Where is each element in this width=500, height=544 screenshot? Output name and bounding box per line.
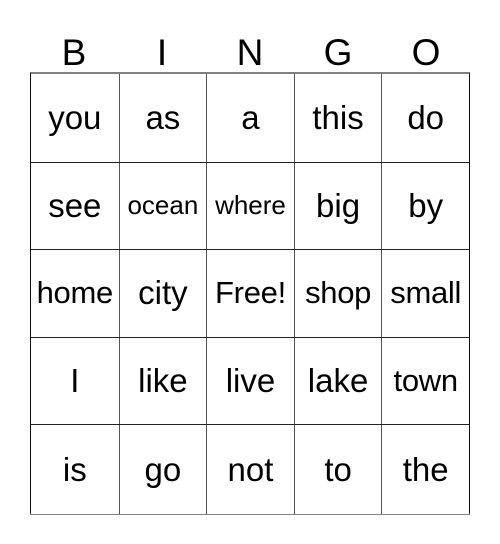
bingo-cell-g2[interactable]: big (293, 162, 382, 250)
bingo-cell-label: shop (305, 275, 372, 311)
bingo-cell-o1[interactable]: do (381, 74, 469, 162)
bingo-header-letter-o: O (411, 32, 441, 73)
bingo-grid: you as a this do see ocean where big by … (30, 72, 470, 515)
bingo-row-4: I like live lake town (31, 336, 469, 425)
bingo-cell-free-space[interactable]: Free! (206, 250, 294, 337)
bingo-cell-label: this (312, 98, 364, 136)
bingo-cell-label: the (402, 450, 449, 488)
bingo-cell-label: as (145, 98, 181, 136)
bingo-cell-label: town (393, 363, 459, 399)
bingo-cell-label: city (138, 274, 188, 312)
bingo-cell-o5[interactable]: the (381, 425, 469, 515)
bingo-cell-i2[interactable]: ocean (118, 162, 207, 250)
bingo-cell-i4[interactable]: like (118, 337, 207, 425)
bingo-cell-label: small (390, 275, 462, 311)
bingo-cell-n1[interactable]: a (206, 74, 294, 162)
bingo-cell-label: big (316, 186, 361, 224)
bingo-cell-label: like (138, 362, 188, 400)
bingo-card: B I N G O you as a this do see ocean whe… (0, 0, 500, 544)
bingo-row-1: you as a this do (31, 74, 469, 162)
bingo-cell-i5[interactable]: go (118, 425, 207, 515)
bingo-cell-b2[interactable]: see (31, 162, 119, 250)
bingo-header-letter-i: I (156, 32, 168, 73)
bingo-cell-g1[interactable]: this (293, 74, 382, 162)
bingo-cell-b5[interactable]: is (31, 425, 119, 515)
bingo-cell-g3[interactable]: shop (293, 250, 382, 337)
bingo-row-2: see ocean where big by (31, 161, 469, 250)
bingo-cell-n5[interactable]: not (206, 425, 294, 515)
bingo-cell-label: a (241, 98, 260, 136)
bingo-cell-label: go (144, 450, 182, 488)
bingo-cell-b1[interactable]: you (31, 74, 119, 162)
bingo-cell-label: I (70, 362, 80, 400)
bingo-cell-g5[interactable]: to (293, 425, 382, 515)
bingo-cell-label: by (408, 186, 444, 224)
bingo-header-letter-b: B (61, 32, 87, 73)
bingo-cell-n2[interactable]: where (206, 162, 294, 250)
bingo-cell-label: do (407, 98, 445, 136)
bingo-row-5: is go not to the (31, 424, 469, 515)
bingo-cell-i3[interactable]: city (118, 250, 207, 337)
bingo-header-letter-n: N (236, 32, 264, 73)
bingo-header-letter-g: G (323, 32, 353, 73)
bingo-cell-label: you (48, 98, 102, 136)
bingo-cell-g4[interactable]: lake (293, 337, 382, 425)
bingo-cell-label: live (225, 362, 276, 400)
bingo-cell-o2[interactable]: by (381, 162, 469, 250)
bingo-cell-o3[interactable]: small (381, 250, 469, 337)
bingo-cell-label: not (227, 450, 274, 488)
bingo-cell-label: is (62, 450, 87, 488)
bingo-cell-o4[interactable]: town (381, 337, 469, 425)
bingo-row-3: home city Free! shop small (31, 249, 469, 337)
bingo-cell-label: lake (307, 362, 369, 400)
bingo-cell-label: see (48, 186, 102, 224)
bingo-cell-label: ocean (127, 190, 199, 221)
bingo-cell-i1[interactable]: as (118, 74, 207, 162)
bingo-cell-b3[interactable]: home (31, 250, 119, 337)
bingo-header-row: B I N G O (30, 22, 470, 72)
bingo-cell-n4[interactable]: live (206, 337, 294, 425)
bingo-cell-label: home (36, 275, 114, 311)
bingo-cell-b4[interactable]: I (31, 337, 119, 425)
bingo-cell-label: to (324, 450, 352, 488)
bingo-cell-label: where (215, 190, 286, 221)
bingo-free-space-label: Free! (215, 275, 286, 311)
